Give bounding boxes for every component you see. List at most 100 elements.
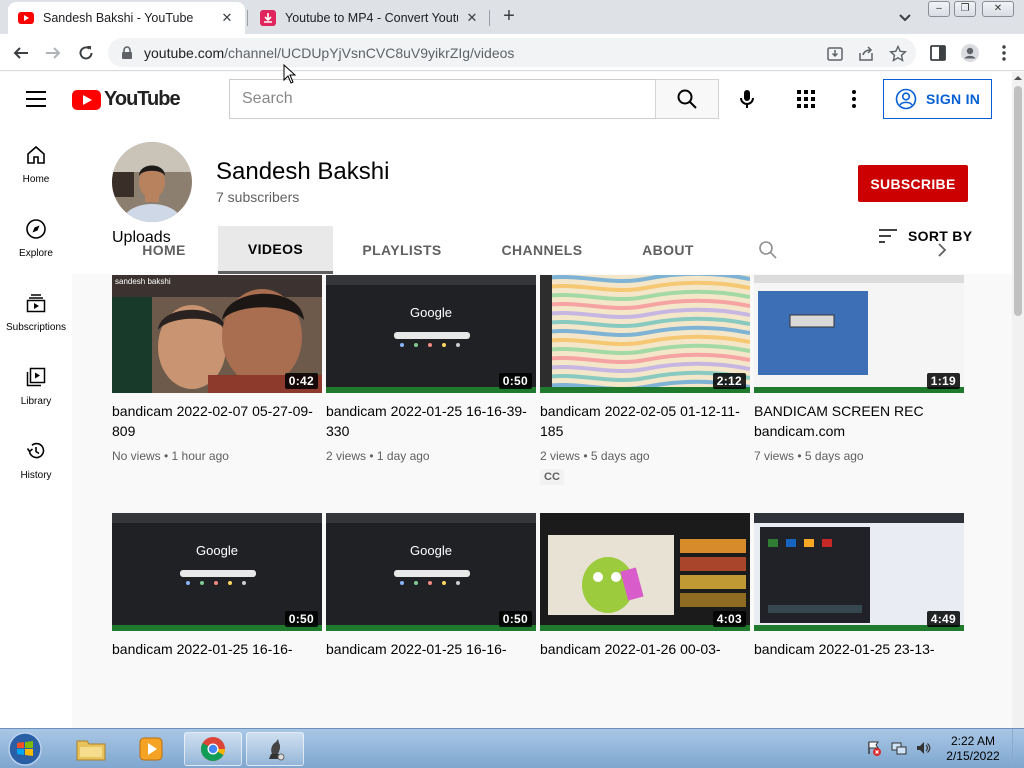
video-title[interactable]: bandicam 2022-01-25 16-16-	[112, 639, 322, 679]
video-card[interactable]: 2:12 bandicam 2022-02-05 01-12-11-185 2 vi…	[540, 275, 750, 485]
folder-icon	[76, 740, 106, 761]
history-icon	[26, 442, 45, 459]
guide-item-history[interactable]: History	[0, 422, 72, 496]
scroll-up-arrow-icon[interactable]	[1014, 74, 1022, 82]
apps-grid-icon[interactable]	[796, 89, 816, 109]
video-thumbnail[interactable]: 4:49	[754, 513, 964, 631]
video-card[interactable]: sandesh bakshi 0:42 bandicam 2022-02-07 05…	[112, 275, 322, 463]
share-icon[interactable]	[857, 45, 875, 63]
windows-start-icon[interactable]	[6, 731, 44, 767]
guide-item-explore[interactable]: Explore	[0, 200, 72, 274]
guide-item-subscriptions[interactable]: Subscriptions	[0, 274, 72, 348]
browser-menu-icon[interactable]	[994, 43, 1014, 63]
mouse-pointer-icon	[283, 64, 297, 84]
microphone-icon[interactable]	[735, 87, 759, 111]
reload-icon[interactable]	[73, 40, 99, 66]
browser-tab-converter[interactable]: Youtube to MP4 - Convert Youtub ✕	[250, 2, 490, 34]
taskbar-chess[interactable]	[246, 732, 304, 766]
video-card[interactable]: 4:49 bandicam 2022-01-25 23-13-	[754, 513, 964, 679]
guide-item-library[interactable]: Library	[0, 348, 72, 422]
video-title[interactable]: bandicam 2022-01-25 16-16-	[326, 639, 536, 679]
video-card[interactable]: Google 0:50 bandicam 2022-01-25 16-16-	[326, 513, 536, 679]
video-thumbnail[interactable]: sandesh bakshi 0:42	[112, 275, 322, 393]
tab-videos[interactable]: VIDEOS	[218, 226, 333, 274]
tab-channels[interactable]: CHANNELS	[492, 226, 592, 274]
hamburger-menu-icon[interactable]	[26, 91, 46, 107]
taskbar-explorer[interactable]	[62, 732, 120, 766]
video-title[interactable]: bandicam 2022-01-26 00-03-	[540, 639, 750, 679]
search-input[interactable]	[230, 80, 655, 118]
guide-item-label: History	[20, 470, 52, 481]
youtube-logo[interactable]: YouTube	[72, 88, 181, 111]
system-clock[interactable]: 2:22 AM 2/15/2022	[940, 734, 1006, 764]
close-tab-icon[interactable]: ✕	[464, 10, 480, 26]
guide-item-label: Subscriptions	[5, 322, 67, 333]
video-thumbnail[interactable]: 2:12	[540, 275, 750, 393]
video-title[interactable]: bandicam 2022-02-07 05-27-09-809	[112, 401, 322, 441]
browser-tab-youtube[interactable]: Sandesh Bakshi - YouTube ✕	[8, 2, 245, 34]
scrollbar-thumb[interactable]	[1014, 86, 1022, 316]
sort-icon	[879, 229, 897, 243]
network-icon[interactable]	[891, 740, 907, 756]
show-desktop-button[interactable]	[1012, 729, 1024, 768]
channel-search-icon[interactable]	[758, 240, 778, 260]
url-path: /channel/UCDUpYjVsnCVC8uV9yikrZIg/videos	[224, 44, 515, 61]
minimize-window-icon[interactable]: ‒	[928, 1, 950, 17]
tab-playlists[interactable]: PLAYLISTS	[352, 226, 452, 274]
sort-by-button[interactable]: SORT BY	[878, 228, 972, 244]
sign-in-button[interactable]: SIGN IN	[883, 79, 992, 119]
volume-icon[interactable]	[915, 740, 931, 756]
video-thumbnail[interactable]: 1:19	[754, 275, 964, 393]
video-title[interactable]: bandicam 2022-01-25 16-16-39-330	[326, 401, 536, 441]
video-thumbnail[interactable]: Google 0:50	[326, 513, 536, 631]
subscribe-button[interactable]: SUBSCRIBE	[858, 165, 968, 202]
new-tab-plus-icon[interactable]: +	[498, 6, 520, 28]
page-scrollbar[interactable]	[1012, 72, 1024, 728]
video-card[interactable]: Google 0:50 bandicam 2022-01-25 16-16-	[112, 513, 322, 679]
thumbnail-overlay-text: sandesh bakshi	[115, 277, 171, 286]
lock-icon[interactable]	[120, 45, 134, 60]
youtube-page: YouTube SIGN IN Home Explore	[0, 72, 1012, 728]
video-metadata: 2 views • 5 days ago	[540, 449, 650, 463]
video-card[interactable]: 4:03 bandicam 2022-01-26 00-03-	[540, 513, 750, 679]
restore-window-icon[interactable]: ❐	[954, 1, 976, 17]
settings-more-icon[interactable]	[846, 87, 862, 111]
taskbar-media-player[interactable]	[122, 732, 180, 766]
action-center-flag-icon[interactable]	[866, 740, 882, 756]
sign-in-label: SIGN IN	[926, 91, 981, 107]
side-panel-icon[interactable]	[928, 43, 948, 63]
search-button[interactable]	[655, 79, 719, 119]
guide-item-home[interactable]: Home	[0, 126, 72, 200]
channel-avatar[interactable]	[112, 142, 192, 222]
video-metadata: 7 views • 5 days ago	[754, 449, 864, 463]
video-thumbnail[interactable]: 4:03	[540, 513, 750, 631]
video-card[interactable]: Google 0:50 bandicam 2022-01-25 16-16-39-3…	[326, 275, 536, 463]
video-card[interactable]: 1:19 BANDICAM SCREEN REC bandicam.com 7 vi…	[754, 275, 964, 463]
video-thumbnail[interactable]: Google 0:50	[112, 513, 322, 631]
video-thumbnail[interactable]: Google 0:50	[326, 275, 536, 393]
search-box[interactable]	[229, 79, 656, 119]
bookmark-star-icon[interactable]	[889, 45, 907, 63]
taskbar-chrome[interactable]	[184, 732, 242, 766]
close-tab-icon[interactable]: ✕	[219, 10, 235, 26]
forward-arrow-icon[interactable]	[40, 40, 66, 66]
video-title[interactable]: bandicam 2022-01-25 23-13-	[754, 639, 964, 679]
guide-item-label: Explore	[19, 248, 53, 259]
address-bar[interactable]: youtube.com/channel/UCDUpYjVsnCVC8uV9yik…	[108, 38, 916, 67]
browser-tab-strip: Sandesh Bakshi - YouTube ✕ Youtube to MP…	[0, 0, 1024, 34]
video-duration: 4:03	[712, 611, 746, 627]
library-icon	[26, 367, 46, 387]
tab-search-chevron-icon[interactable]	[896, 8, 914, 26]
guide-item-label: Library	[20, 396, 52, 407]
closed-captions-badge: CC	[540, 469, 564, 485]
video-title[interactable]: BANDICAM SCREEN REC bandicam.com	[754, 401, 964, 441]
close-window-icon[interactable]: ✕	[982, 1, 1014, 17]
video-title[interactable]: bandicam 2022-02-05 01-12-11-185	[540, 401, 750, 441]
tab-about[interactable]: ABOUT	[632, 226, 704, 274]
home-icon	[27, 145, 45, 164]
install-app-icon[interactable]	[826, 45, 844, 63]
back-arrow-icon[interactable]	[8, 40, 34, 66]
video-duration: 1:19	[926, 373, 960, 389]
profile-avatar-icon[interactable]	[960, 43, 980, 63]
download-favicon-icon	[260, 10, 276, 26]
